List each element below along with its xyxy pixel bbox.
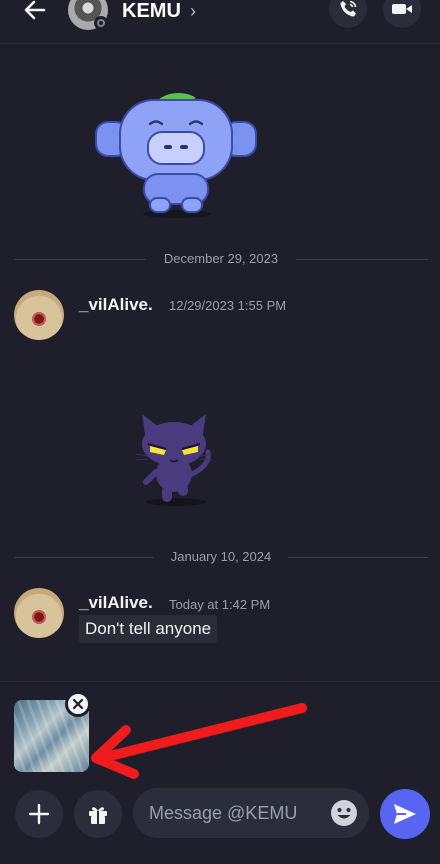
message-text[interactable]: Don't tell anyone bbox=[79, 615, 218, 643]
date-divider: December 29, 2023 bbox=[14, 249, 428, 269]
avatar[interactable] bbox=[14, 588, 64, 638]
plus-icon bbox=[28, 803, 50, 825]
divider bbox=[0, 681, 440, 682]
add-attachment-button[interactable] bbox=[15, 790, 63, 838]
message-author[interactable]: _vilAlive. bbox=[79, 593, 153, 613]
send-button[interactable] bbox=[380, 789, 430, 839]
wumpus-sticker bbox=[95, 93, 257, 218]
red-annotation-arrow-icon bbox=[91, 703, 307, 779]
voice-call-button[interactable] bbox=[329, 0, 367, 28]
video-call-button[interactable] bbox=[383, 0, 421, 28]
message-timestamp: Today at 1:42 PM bbox=[169, 597, 271, 612]
avatar[interactable] bbox=[14, 290, 64, 340]
emoji-icon[interactable] bbox=[330, 799, 358, 827]
gift-icon bbox=[89, 807, 107, 824]
chevron-right-icon[interactable]: › bbox=[190, 0, 196, 22]
close-icon bbox=[73, 699, 83, 709]
gift-button[interactable] bbox=[74, 790, 122, 838]
offline-status-icon bbox=[94, 16, 108, 30]
back-arrow-icon[interactable] bbox=[20, 0, 50, 28]
cat-sticker[interactable] bbox=[132, 410, 216, 508]
date-divider: January 10, 2024 bbox=[14, 547, 428, 567]
chat-header: KEMU › bbox=[0, 0, 440, 44]
message-timestamp: 12/29/2023 1:55 PM bbox=[169, 298, 287, 313]
send-icon bbox=[394, 804, 416, 824]
phone-call-icon bbox=[340, 0, 357, 17]
message-author[interactable]: _vilAlive. bbox=[79, 295, 153, 315]
recipient-name[interactable]: KEMU bbox=[122, 0, 181, 24]
video-camera-icon bbox=[392, 4, 412, 14]
